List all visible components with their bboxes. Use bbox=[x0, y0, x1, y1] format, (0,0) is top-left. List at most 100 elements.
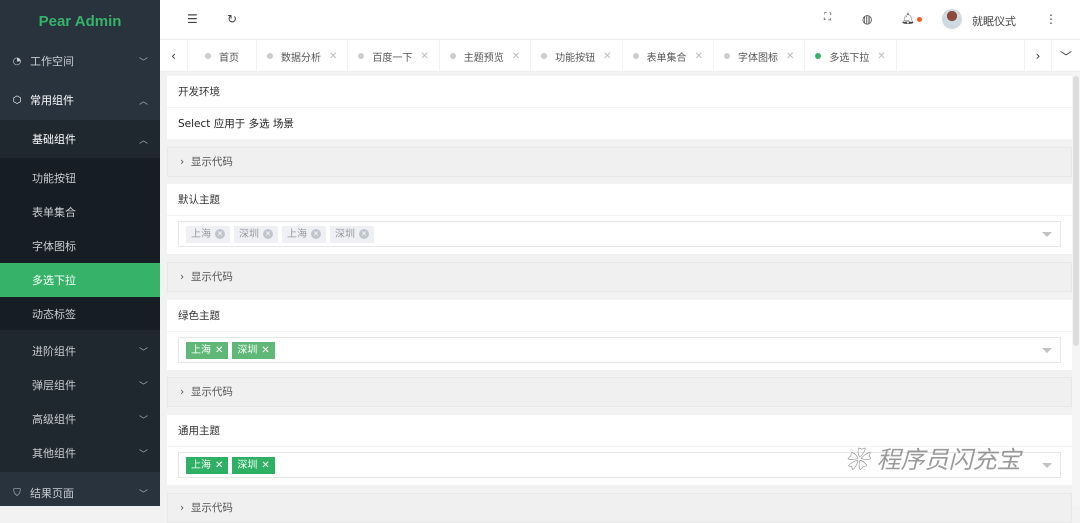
menu-basic-components[interactable]: 基础组件 ︿ bbox=[0, 120, 160, 158]
collapse-menu-icon[interactable]: ☰ bbox=[187, 12, 198, 26]
remove-tag-icon[interactable]: ✕ bbox=[215, 342, 223, 359]
green-multi-select[interactable]: 上海 ✕ 深圳 ✕ bbox=[178, 337, 1061, 363]
chevron-down-icon: ﹀ bbox=[138, 347, 148, 358]
menu-label: 其他组件 bbox=[32, 447, 76, 460]
tab-dot bbox=[267, 53, 273, 59]
menu-label: 动态标签 bbox=[32, 307, 76, 321]
remove-tag-icon[interactable]: ✕ bbox=[263, 229, 273, 239]
avatar[interactable] bbox=[942, 9, 962, 29]
sidebar: Pear Admin ◔ 工作空间 ﹀ ⬡ 常用组件 ︿ 基础组件 ︿ 功能按钮 表单集合… bbox=[0, 0, 160, 506]
tab-theme-preview[interactable]: 主题预览 ✕ bbox=[440, 40, 532, 72]
tab-data-analysis[interactable]: 数据分析 ✕ bbox=[257, 40, 349, 72]
close-icon[interactable]: ✕ bbox=[695, 51, 703, 62]
close-icon[interactable]: ✕ bbox=[329, 51, 337, 62]
username[interactable]: 就眠仪式 bbox=[972, 13, 1016, 29]
menu-dynamic-tags[interactable]: 动态标签 bbox=[0, 297, 160, 330]
chevron-right-icon: › bbox=[180, 156, 185, 168]
menu-label: 常用组件 bbox=[30, 94, 74, 107]
tab-label: 功能按钮 bbox=[555, 52, 596, 64]
menu-forms[interactable]: 表单集合 bbox=[0, 195, 160, 229]
watermark: ❀ 程序员闪充宝 bbox=[845, 440, 1021, 475]
chevron-right-icon: › bbox=[180, 502, 185, 514]
menu-label: 弹层组件 bbox=[32, 379, 76, 392]
chevron-down-icon: ﹀ bbox=[138, 489, 148, 500]
tab-baidu[interactable]: 百度一下 ✕ bbox=[348, 40, 440, 72]
tag-label: 深圳 bbox=[237, 344, 258, 356]
tab-dot bbox=[205, 53, 211, 59]
menu-label: 进阶组件 bbox=[32, 345, 76, 358]
remove-tag-icon[interactable]: ✕ bbox=[359, 229, 369, 239]
close-icon[interactable]: ✕ bbox=[512, 51, 520, 62]
tab-dot bbox=[723, 53, 730, 59]
watermark-text: 程序员闪充宝 bbox=[876, 446, 1021, 474]
remove-tag-icon[interactable]: ✕ bbox=[311, 229, 321, 239]
env-title: 开发环境 bbox=[167, 76, 1072, 108]
tag-label: 上海 bbox=[287, 228, 307, 240]
globe-icon[interactable]: ◍ bbox=[862, 12, 872, 26]
bell-icon[interactable]: 🔔︎ bbox=[901, 12, 915, 25]
menu-label: 多选下拉 bbox=[32, 274, 76, 287]
green-theme-card: 绿色主题 上海 ✕ 深圳 ✕ bbox=[167, 300, 1072, 370]
close-icon[interactable]: ✕ bbox=[877, 51, 885, 62]
dropdown-caret-icon[interactable] bbox=[1042, 348, 1052, 358]
tabs-scroll-left-icon[interactable]: ‹ bbox=[160, 40, 188, 72]
tab-label: 百度一下 bbox=[372, 52, 413, 64]
tag-label: 深圳 bbox=[237, 459, 258, 471]
tab-multi-select[interactable]: 多选下拉 ✕ bbox=[805, 40, 897, 72]
menu-function-buttons[interactable]: 功能按钮 bbox=[0, 161, 160, 195]
menu-advanced-components[interactable]: 进阶组件 ﹀ bbox=[0, 334, 160, 368]
menu-common-components[interactable]: ⬡ 常用组件 ︿ bbox=[0, 82, 160, 118]
default-theme-card: 默认主题 上海 ✕ 深圳 ✕ 上海 ✕ 深圳 ✕ bbox=[167, 184, 1072, 254]
tabs-scroll-right-icon[interactable]: › bbox=[1024, 40, 1052, 72]
tab-dot bbox=[449, 53, 456, 59]
menu-workspace[interactable]: ◔ 工作空间 ﹀ bbox=[0, 44, 160, 78]
scrollbar-thumb[interactable] bbox=[1073, 76, 1079, 346]
remove-tag-icon[interactable]: ✕ bbox=[215, 229, 225, 239]
close-icon[interactable]: ✕ bbox=[603, 51, 611, 62]
dropdown-caret-icon[interactable] bbox=[1042, 232, 1052, 242]
chevron-down-icon: ﹀ bbox=[138, 415, 148, 426]
select-tag: 上海 ✕ bbox=[186, 225, 230, 243]
show-code-label: 显示代码 bbox=[190, 271, 233, 283]
show-code-toggle[interactable]: › 显示代码 bbox=[167, 262, 1072, 292]
menu-result-pages[interactable]: ⛉ 结果页面 ﹀ bbox=[0, 476, 160, 510]
refresh-icon[interactable]: ↻ bbox=[227, 12, 237, 26]
menu-layer-components[interactable]: 弹层组件 ﹀ bbox=[0, 368, 160, 402]
show-code-toggle[interactable]: › 显示代码 bbox=[167, 493, 1072, 523]
chevron-down-icon: ﹀ bbox=[138, 57, 148, 68]
tab-font-icons[interactable]: 字体图标 ✕ bbox=[714, 40, 806, 72]
default-multi-select[interactable]: 上海 ✕ 深圳 ✕ 上海 ✕ 深圳 ✕ bbox=[178, 221, 1061, 247]
select-tag: 深圳 ✕ bbox=[232, 341, 275, 359]
tag-label: 上海 bbox=[191, 344, 211, 356]
tab-dot bbox=[815, 53, 822, 59]
menu-font-icons[interactable]: 字体图标 bbox=[0, 229, 160, 263]
scrollbar[interactable] bbox=[1072, 72, 1080, 506]
chevron-up-icon: ︿ bbox=[138, 135, 148, 146]
tab-forms[interactable]: 表单集合 ✕ bbox=[623, 40, 714, 72]
close-icon[interactable]: ✕ bbox=[786, 51, 794, 62]
show-code-label: 显示代码 bbox=[190, 386, 233, 398]
menu-label: 字体图标 bbox=[32, 240, 76, 253]
remove-tag-icon[interactable]: ✕ bbox=[215, 457, 223, 474]
intro-card: 开发环境 Select 应用于 多选 场景 bbox=[167, 76, 1072, 140]
dropdown-caret-icon[interactable] bbox=[1042, 463, 1052, 473]
tab-label: 字体图标 bbox=[737, 52, 778, 64]
more-icon[interactable]: ⋮ bbox=[1045, 12, 1057, 26]
tabs-dropdown-icon[interactable]: ﹀ bbox=[1052, 40, 1080, 72]
header: ☰ ↻ ⛶ ◍ 🔔︎ 就眠仪式 ⋮ bbox=[160, 0, 1080, 40]
show-code-toggle[interactable]: › 显示代码 bbox=[167, 377, 1072, 407]
close-icon[interactable]: ✕ bbox=[420, 51, 428, 62]
tab-dot bbox=[632, 53, 639, 59]
tab-function-buttons[interactable]: 功能按钮 ✕ bbox=[531, 40, 623, 72]
fullscreen-icon[interactable]: ⛶ bbox=[824, 12, 831, 23]
dashboard-icon: ◔ bbox=[12, 55, 22, 67]
menu-multi-select[interactable]: 多选下拉 bbox=[0, 263, 160, 297]
menu-other-components[interactable]: 其他组件 ﹀ bbox=[0, 436, 160, 470]
select-tag: 深圳 ✕ bbox=[234, 225, 278, 243]
menu-senior-components[interactable]: 高级组件 ﹀ bbox=[0, 402, 160, 436]
tab-home[interactable]: 首页 bbox=[188, 40, 257, 72]
remove-tag-icon[interactable]: ✕ bbox=[261, 342, 269, 359]
chevron-down-icon: ﹀ bbox=[138, 381, 148, 392]
show-code-toggle[interactable]: › 显示代码 bbox=[167, 147, 1072, 177]
remove-tag-icon[interactable]: ✕ bbox=[261, 457, 269, 474]
